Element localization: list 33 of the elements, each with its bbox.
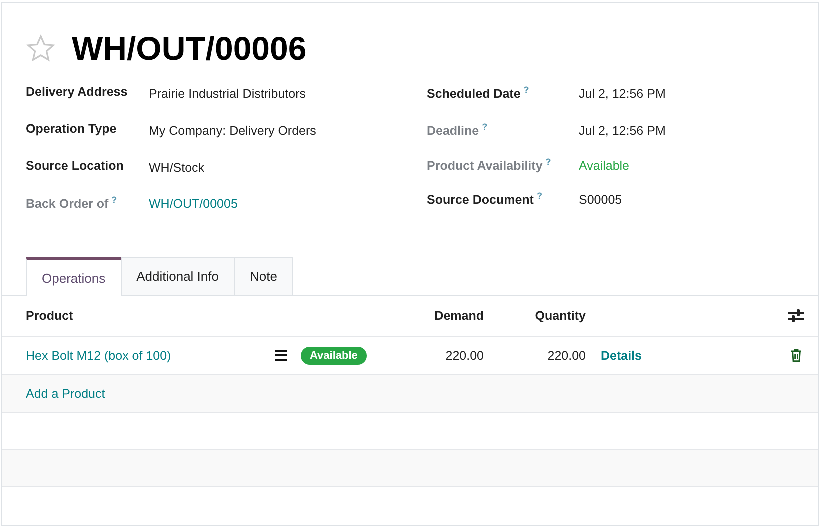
field-value: Jul 2, 12:56 PM [579,86,667,101]
column-header: Product [26,309,74,323]
field-value: WH/Stock [149,160,206,175]
add-product-link[interactable]: Add a Product [26,386,106,400]
field-label: Deadline $^{?}$ [427,122,489,138]
column-header: Quantity [534,309,586,323]
field-label: Scheduled Date $^{?}$ [427,85,530,102]
tab[interactable]: Additional Info [120,257,235,295]
field-label: Back Order of $^{?}$ [26,195,118,212]
details-link[interactable]: Details [601,348,642,362]
record-title: WH/OUT/00006 [72,30,307,68]
field-label: Delivery Address [26,85,129,99]
field-value: Jul 2, 12:56 PM [579,123,667,138]
field-link[interactable]: WH/OUT/00005 [149,195,427,211]
field-value: S00005 [579,192,624,207]
status-badge: Available [301,346,367,364]
star-icon[interactable] [26,34,56,64]
column-header: Demand [434,309,484,323]
field-label: Source Location [26,159,125,173]
tab[interactable]: Note [234,257,294,295]
settings-sliders-icon[interactable] [788,309,804,323]
tab[interactable]: Operations [26,257,122,296]
product-link[interactable]: Hex Bolt M12 (box of 100) [26,348,269,362]
field-label: Operation Type [26,122,118,136]
table-cell-text: 220.00 [444,348,484,362]
field-value: My Company: Delivery Orders [149,123,318,138]
menu-icon[interactable] [275,350,287,361]
field-value: Prairie Industrial Distributors [149,86,307,101]
table-cell-text: 220.00 [546,348,586,362]
field-label: Product Availability $^{?}$ [427,157,552,174]
field-value: Available [579,158,631,173]
field-label: Source Document $^{?}$ [427,191,544,208]
trash-icon[interactable] [790,349,802,362]
